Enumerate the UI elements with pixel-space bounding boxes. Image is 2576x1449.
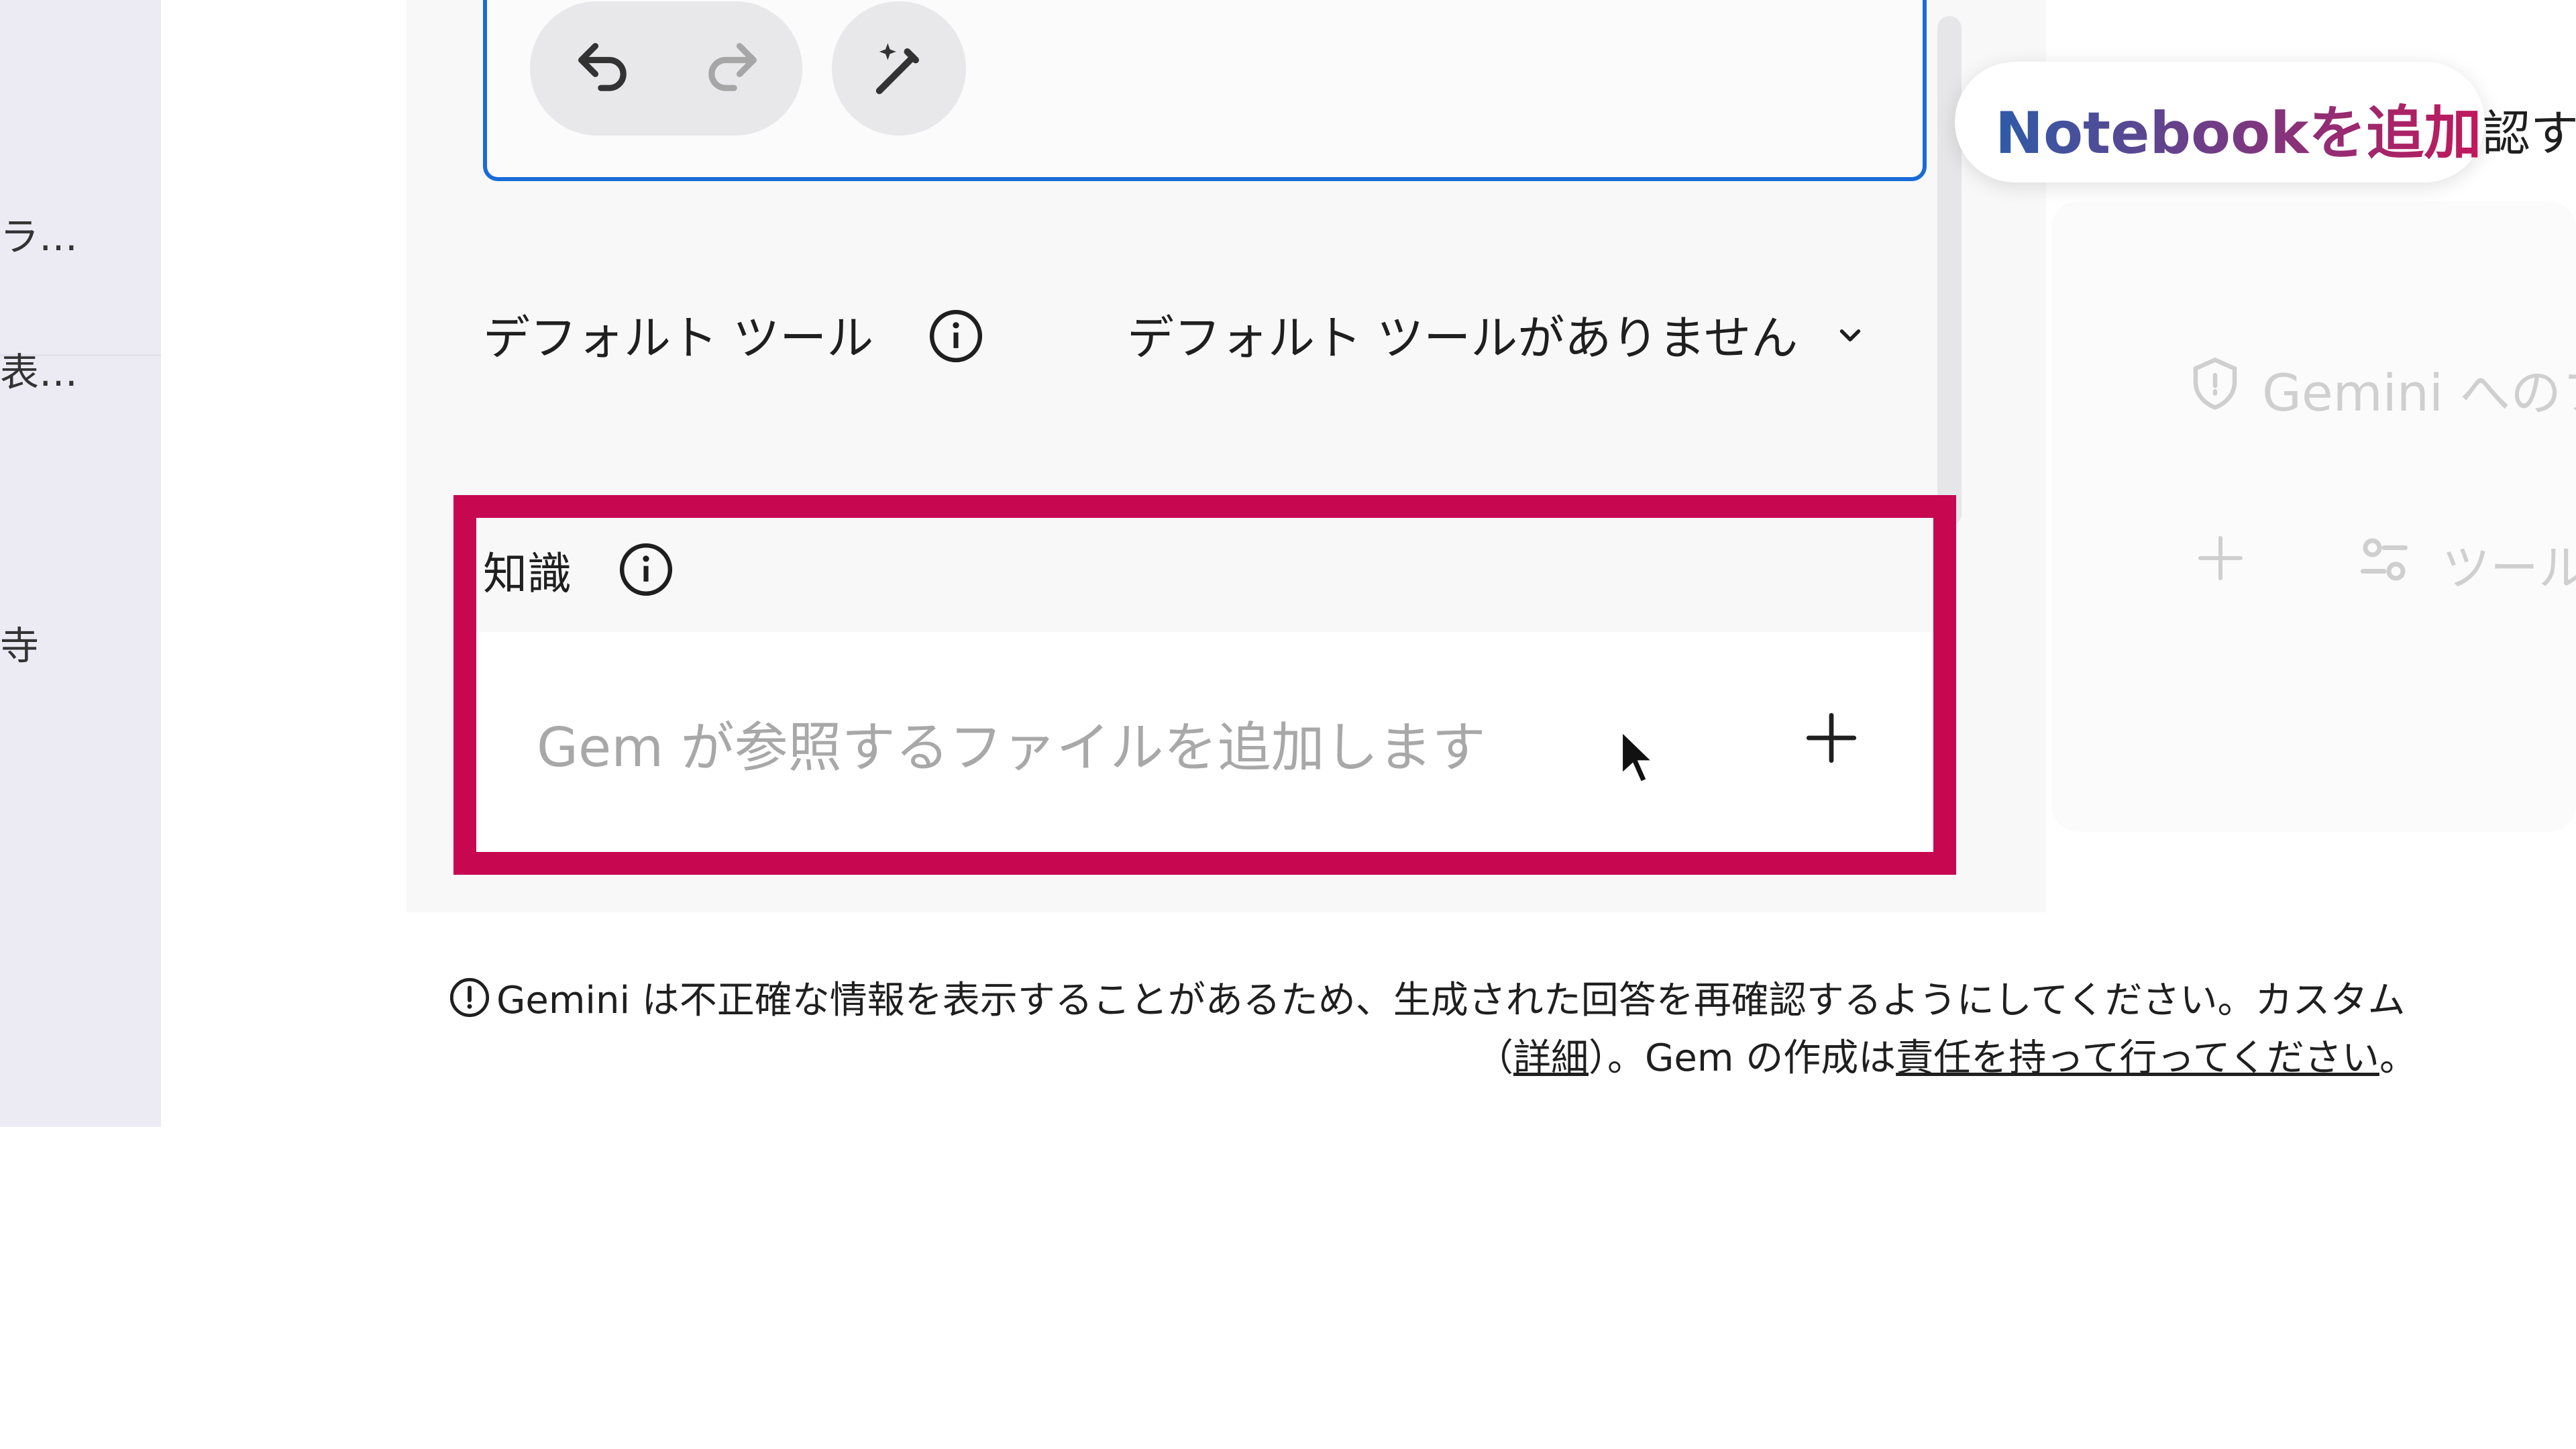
add-notebook-label: Notebookを追加 [1995,86,2481,170]
details-link[interactable]: 詳細 [1513,1036,1589,1080]
knowledge-info-button[interactable] [616,539,676,600]
chevron-down-icon [1839,329,1861,341]
panel-scrollbar[interactable] [1937,16,1962,526]
add-file-button[interactable] [1791,698,1872,778]
undo-icon [578,43,627,91]
undo-button[interactable] [564,28,644,109]
preview-card [2051,201,2576,832]
responsibility-link[interactable]: 責任を持って行ってください [1896,1036,2379,1080]
magic-wand-pen-icon [875,43,919,95]
knowledge-placeholder: Gem が参照するファイルを追加します [537,716,1486,779]
alert-circle-icon [449,977,490,1017]
plus-icon [2198,536,2243,580]
disclaimer-paren-open: （ [1476,1036,1513,1080]
sidebar-item-1[interactable]: ラ… [0,205,78,262]
preview-privacy-text: Gemini へのフ [2262,363,2576,423]
disclaimer-line-1: Gemini は不正確な情報を表示することがあるため、生成された回答を再確認する… [448,970,2405,1024]
redo-icon [708,43,757,91]
sidebar-item-2[interactable]: 表… [0,341,78,397]
knowledge-label: 知識 [483,548,572,600]
default-tools-info-button[interactable] [926,306,986,366]
shield-icon [2193,357,2237,411]
left-sidebar [0,0,161,1127]
default-tools-dropdown-toggle[interactable] [1830,315,1870,356]
disclaimer-end: 。 [2379,1036,2417,1080]
tools-tune-icon [2361,538,2408,581]
knowledge-highlight-box [453,495,1956,875]
default-tools-value: デフォルト ツールがありません [1127,311,1799,366]
default-tools-dropdown[interactable]: デフォルト ツールがありません [1127,301,1798,368]
info-icon [619,543,673,596]
mouse-cursor-icon [1619,729,1658,785]
preview-cut-text: 認す [2482,105,2576,162]
preview-tools-text: ツール [2442,540,2576,596]
info-icon [929,309,983,363]
disclaimer-line-2: （詳細）。Gem の作成は責任を持って行ってください。 [1476,1028,2417,1082]
sidebar-item-3[interactable]: 寺 [0,614,39,671]
disclaimer-text: Gemini は不正確な情報を表示することがあるため、生成された回答を再確認する… [496,979,2406,1022]
plus-icon [1806,712,1857,763]
redo-button[interactable] [691,28,771,109]
disclaimer-middle: ）。Gem の作成は [1589,1036,1896,1080]
default-tools-label: デフォルト ツール [483,311,874,366]
magic-rewrite-icon-wrap [859,28,939,109]
